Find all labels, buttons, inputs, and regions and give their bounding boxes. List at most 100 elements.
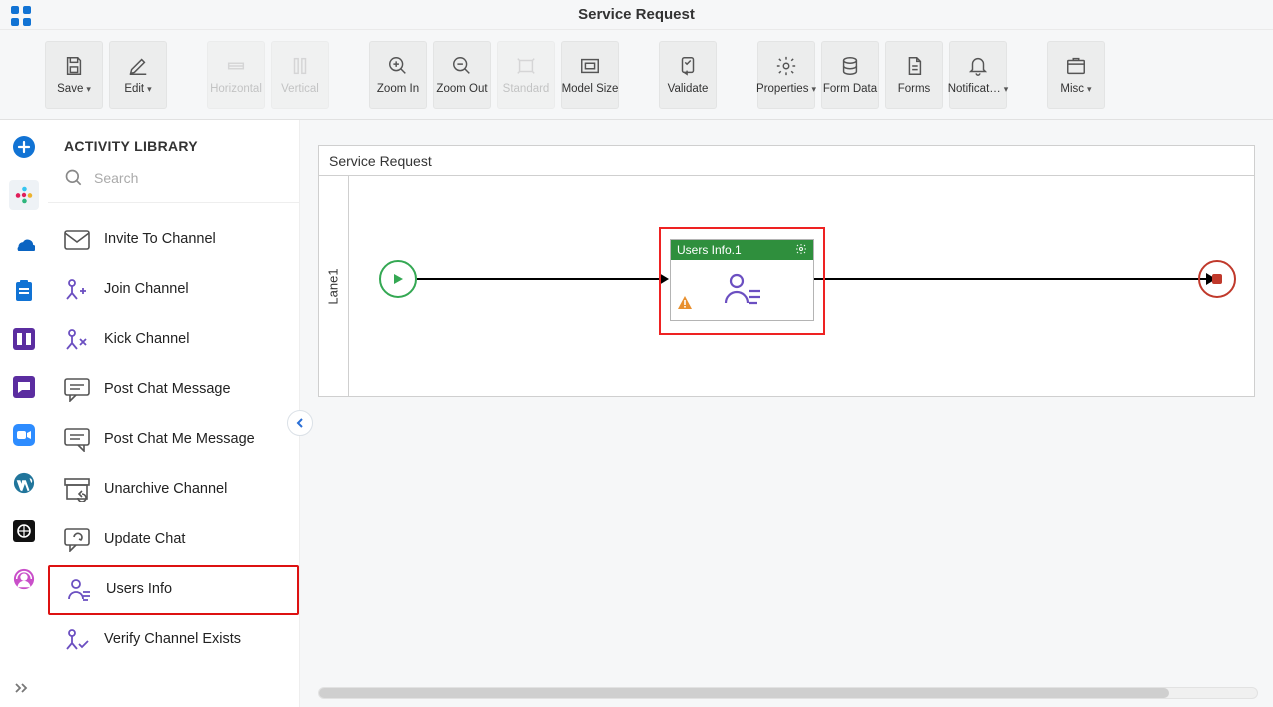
activity-label: Users Info bbox=[106, 580, 172, 600]
search-input[interactable] bbox=[94, 170, 283, 186]
edit-icon bbox=[126, 54, 150, 78]
zoom-in-button[interactable]: Zoom In bbox=[369, 41, 427, 109]
search-row bbox=[48, 162, 299, 203]
vertical-button: Vertical bbox=[271, 41, 329, 109]
validate-label: Validate bbox=[668, 84, 709, 96]
horizontal-icon bbox=[224, 54, 248, 78]
validate-button[interactable]: Validate bbox=[659, 41, 717, 109]
rail-slack-icon[interactable] bbox=[9, 180, 39, 210]
misc-button[interactable]: Misc▾ bbox=[1047, 41, 1105, 109]
rail-grid-icon[interactable] bbox=[9, 516, 39, 546]
horizontal-label: Horizontal bbox=[210, 84, 262, 96]
edit-button[interactable]: Edit▾ bbox=[109, 41, 167, 109]
properties-label: Properties bbox=[756, 84, 808, 96]
activity-label: Update Chat bbox=[104, 530, 185, 550]
misc-icon bbox=[1064, 54, 1088, 78]
search-icon bbox=[64, 168, 84, 188]
rail-clipboard-icon[interactable] bbox=[9, 276, 39, 306]
sidebar-title: ACTIVITY LIBRARY bbox=[48, 120, 299, 162]
standard-button: Standard bbox=[497, 41, 555, 109]
horizontal-scrollbar[interactable] bbox=[318, 687, 1258, 699]
canvas[interactable]: Service Request Lane1 Users Info.1 bbox=[300, 120, 1273, 707]
app-grid-icon[interactable] bbox=[10, 5, 32, 30]
forms-label: Forms bbox=[898, 84, 931, 96]
zoom-out-label: Zoom Out bbox=[436, 84, 487, 96]
activity-invite-to-channel[interactable]: Invite To Channel bbox=[48, 215, 299, 265]
process-pool[interactable]: Service Request Lane1 Users Info.1 bbox=[318, 145, 1255, 397]
update-chat-icon bbox=[64, 527, 90, 553]
save-icon bbox=[62, 54, 86, 78]
activity-kick-channel[interactable]: Kick Channel bbox=[48, 315, 299, 365]
bell-icon bbox=[966, 54, 990, 78]
rail-add-button[interactable] bbox=[9, 132, 39, 162]
rail-onedrive-icon[interactable] bbox=[9, 228, 39, 258]
lane-content[interactable]: Users Info.1 bbox=[349, 176, 1254, 396]
save-label: Save bbox=[57, 84, 83, 96]
zoom-out-button[interactable]: Zoom Out bbox=[433, 41, 491, 109]
activity-users-info[interactable]: Users Info bbox=[48, 565, 299, 615]
pool-title: Service Request bbox=[319, 146, 1254, 176]
properties-button[interactable]: Properties▾ bbox=[757, 41, 815, 109]
activity-library-panel: ACTIVITY LIBRARY Invite To Channel Join … bbox=[48, 120, 300, 707]
scrollbar-thumb[interactable] bbox=[319, 688, 1169, 698]
edit-label: Edit bbox=[124, 84, 144, 96]
activity-label: Join Channel bbox=[104, 280, 189, 300]
forms-button[interactable]: Forms bbox=[885, 41, 943, 109]
envelope-icon bbox=[64, 227, 90, 253]
activity-label: Post Chat Message bbox=[104, 380, 231, 400]
warning-icon bbox=[677, 295, 693, 314]
rail-columns-icon[interactable] bbox=[9, 324, 39, 354]
start-event-node[interactable] bbox=[379, 260, 417, 298]
chevron-down-icon: ▾ bbox=[811, 85, 816, 94]
lane-label: Lane1 bbox=[326, 268, 341, 304]
stop-icon bbox=[1212, 274, 1222, 284]
misc-label: Misc bbox=[1060, 84, 1084, 96]
validate-icon bbox=[676, 54, 700, 78]
form-data-icon bbox=[838, 54, 862, 78]
header-bar: Service Request bbox=[0, 0, 1273, 30]
chat-me-icon bbox=[64, 427, 90, 453]
form-data-button[interactable]: Form Data bbox=[821, 41, 879, 109]
chevron-down-icon: ▾ bbox=[147, 85, 152, 94]
rail-expand-button[interactable] bbox=[14, 682, 32, 697]
page-title: Service Request bbox=[0, 6, 1273, 23]
users-info-icon bbox=[66, 577, 92, 603]
chevron-down-icon: ▾ bbox=[1004, 85, 1009, 94]
activity-unarchive-channel[interactable]: Unarchive Channel bbox=[48, 465, 299, 515]
activity-node-users-info[interactable]: Users Info.1 bbox=[670, 239, 814, 321]
rail-wordpress-icon[interactable] bbox=[9, 468, 39, 498]
end-event-node[interactable] bbox=[1198, 260, 1236, 298]
vertical-label: Vertical bbox=[281, 84, 319, 96]
main-area: ACTIVITY LIBRARY Invite To Channel Join … bbox=[0, 120, 1273, 707]
zoom-in-icon bbox=[386, 54, 410, 78]
rail-chat-icon[interactable] bbox=[9, 372, 39, 402]
app-rail bbox=[0, 120, 48, 707]
forms-icon bbox=[902, 54, 926, 78]
collapse-sidebar-button[interactable] bbox=[287, 410, 313, 436]
activity-label: Invite To Channel bbox=[104, 230, 216, 250]
gear-icon bbox=[774, 54, 798, 78]
save-button[interactable]: Save▾ bbox=[45, 41, 103, 109]
standard-label: Standard bbox=[503, 84, 550, 96]
model-size-button[interactable]: Model Size bbox=[561, 41, 619, 109]
toolbar: Save▾ Edit▾ Horizontal Vertical Zoom In … bbox=[0, 30, 1273, 120]
activity-join-channel[interactable]: Join Channel bbox=[48, 265, 299, 315]
zoom-in-label: Zoom In bbox=[377, 84, 419, 96]
activity-verify-channel-exists[interactable]: Verify Channel Exists bbox=[48, 615, 299, 665]
rail-support-icon[interactable] bbox=[9, 564, 39, 594]
activity-label: Verify Channel Exists bbox=[104, 630, 241, 650]
rail-zoom-icon[interactable] bbox=[9, 420, 39, 450]
notifications-button[interactable]: Notificat…▾ bbox=[949, 41, 1007, 109]
model-size-label: Model Size bbox=[562, 84, 619, 96]
activity-post-chat-message[interactable]: Post Chat Message bbox=[48, 365, 299, 415]
notifications-label: Notificat… bbox=[948, 84, 1001, 96]
activity-label: Unarchive Channel bbox=[104, 480, 227, 500]
activity-label: Post Chat Me Message bbox=[104, 430, 255, 450]
activity-update-chat[interactable]: Update Chat bbox=[48, 515, 299, 565]
gear-icon[interactable] bbox=[795, 243, 807, 258]
kick-icon bbox=[64, 327, 90, 353]
chevron-down-icon: ▾ bbox=[86, 85, 91, 94]
activity-post-chat-me-message[interactable]: Post Chat Me Message bbox=[48, 415, 299, 465]
chat-icon bbox=[64, 377, 90, 403]
lane-label-cell[interactable]: Lane1 bbox=[319, 176, 349, 396]
